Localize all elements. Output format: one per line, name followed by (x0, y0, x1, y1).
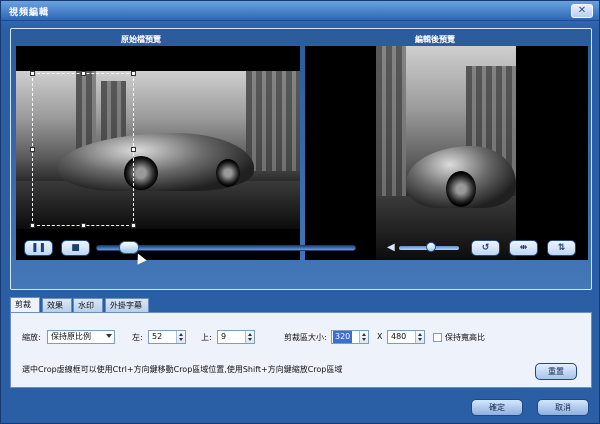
crop-height-spinner[interactable]: 480 (387, 330, 425, 344)
tab-watermark[interactable]: 水印 (73, 298, 103, 312)
crop-width-stepper[interactable] (359, 331, 368, 343)
edited-video-preview (305, 46, 588, 260)
edited-video-frame (376, 46, 516, 260)
left-offset-value: 52 (152, 332, 163, 341)
chevron-down-icon (106, 334, 112, 338)
zoom-select[interactable]: 保持原比例 (47, 330, 115, 344)
stop-button[interactable]: ■ (61, 240, 90, 256)
left-offset-stepper[interactable] (176, 331, 185, 343)
window-title: 視頻編輯 (9, 8, 50, 18)
crop-area-size-label: 剪裁區大小: (284, 333, 327, 342)
crop-selection-box[interactable] (30, 71, 136, 228)
pause-button[interactable]: ❚❚ (24, 240, 53, 256)
top-offset-label: 上: (201, 333, 212, 342)
original-preview-label: 原始檔預覽 (121, 35, 161, 44)
tab-effects[interactable]: 效果 (42, 298, 72, 312)
seek-thumb[interactable] (119, 241, 139, 254)
rotate-button[interactable]: ↺ (471, 240, 500, 256)
keep-aspect-ratio-checkbox[interactable] (433, 333, 442, 342)
top-offset-value: 9 (221, 332, 227, 341)
keep-aspect-ratio-label: 保持寬高比 (445, 333, 485, 342)
zoom-label: 縮放: (22, 333, 41, 342)
crop-hint-text: 選中Crop虛線框可以使用Ctrl+方向鍵移動Crop區域位置,使用Shift+… (22, 365, 343, 374)
cancel-button[interactable]: 取消 (537, 399, 589, 416)
volume-thumb[interactable] (426, 242, 436, 252)
flip-vertical-button[interactable]: ⇅ (547, 240, 576, 256)
edited-preview-label: 編輯後預覽 (415, 35, 455, 44)
reset-button[interactable]: 重置 (535, 363, 577, 380)
title-bar[interactable]: 視頻編輯 ✕ (1, 1, 599, 21)
crop-height-stepper[interactable] (415, 331, 424, 343)
top-offset-stepper[interactable] (245, 331, 254, 343)
crop-panel: 縮放: 保持原比例 左: 52 上: 9 剪裁區大小: 320 X 480 保持… (10, 312, 592, 388)
original-video-preview (16, 46, 300, 260)
tab-crop[interactable]: 剪裁 (10, 297, 40, 312)
left-offset-spinner[interactable]: 52 (148, 330, 186, 344)
dimension-separator: X (377, 332, 383, 341)
ok-button[interactable]: 確定 (471, 399, 523, 416)
left-offset-label: 左: (132, 333, 143, 342)
flip-horizontal-button[interactable]: ⇹ (509, 240, 538, 256)
crop-height-value: 480 (391, 332, 407, 341)
crop-width-value: 320 (333, 331, 353, 343)
video-edit-window: 視頻編輯 ✕ 原始檔預覽 編輯後預覽 ❚❚ ■ ◀ ↺ ⇹ ⇅ 剪裁 效果 水印… (0, 0, 600, 424)
close-window-button[interactable]: ✕ (571, 4, 593, 18)
crop-width-spinner[interactable]: 320 (331, 330, 369, 344)
tab-subtitles[interactable]: 外掛字幕 (105, 298, 149, 312)
top-offset-spinner[interactable]: 9 (217, 330, 255, 344)
zoom-select-value: 保持原比例 (51, 332, 91, 341)
volume-icon: ◀ (387, 242, 395, 253)
